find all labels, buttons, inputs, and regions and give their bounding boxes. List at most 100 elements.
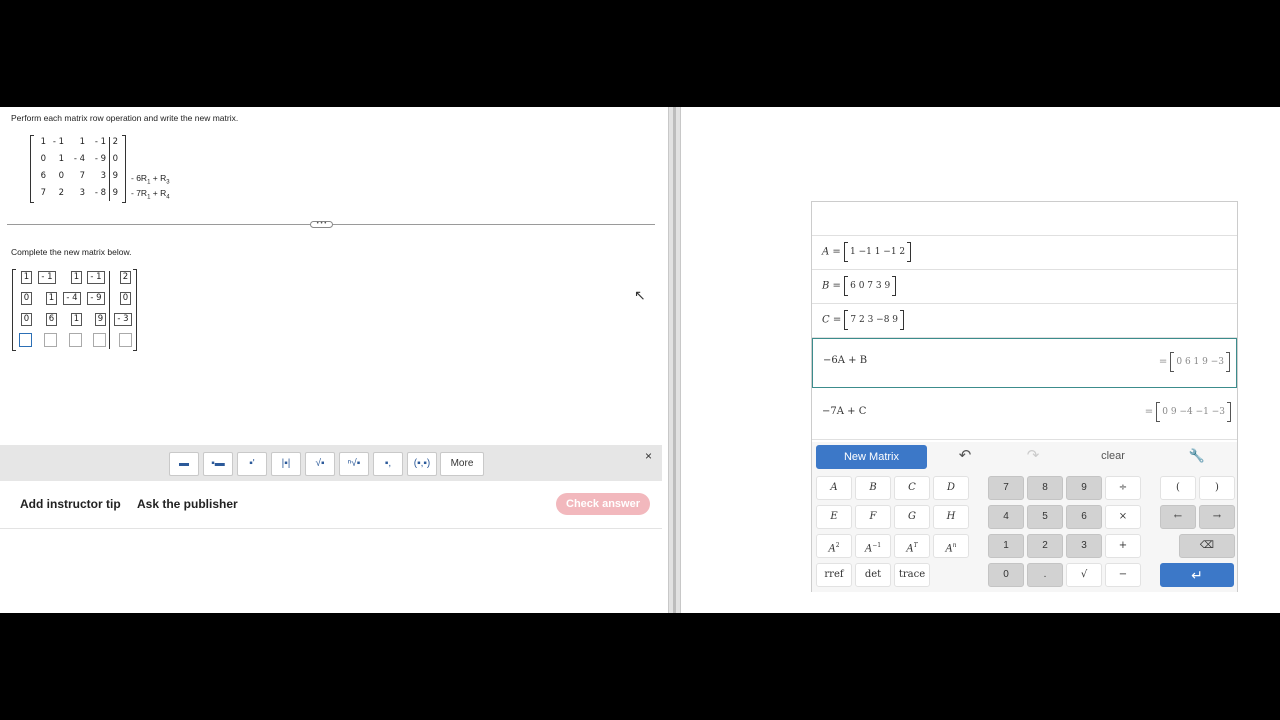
new-matrix-button[interactable]: New Matrix bbox=[816, 445, 927, 469]
answer-cell[interactable]: 0 bbox=[120, 292, 131, 305]
answer-cell[interactable]: 1 bbox=[71, 271, 82, 284]
key-plus[interactable]: + bbox=[1105, 534, 1141, 558]
exponent-button[interactable]: ▪' bbox=[237, 452, 267, 476]
key-a-power-n[interactable]: An bbox=[933, 534, 969, 558]
undo-icon[interactable]: ↶ bbox=[952, 445, 978, 469]
row-operation-4: - 7R1 + R4 bbox=[131, 188, 170, 201]
key-multiply[interactable]: × bbox=[1105, 505, 1141, 529]
answer-input-r4c1[interactable] bbox=[19, 333, 32, 347]
left-arrow-icon[interactable]: ← bbox=[1160, 505, 1196, 529]
answer-cell[interactable]: 1 bbox=[71, 313, 82, 326]
answer-cell[interactable]: - 3 bbox=[114, 313, 132, 326]
answer-cell[interactable]: 0 bbox=[21, 313, 32, 326]
nth-root-button[interactable]: ⁿ√▪ bbox=[339, 452, 369, 476]
fraction-button[interactable]: ▬ bbox=[169, 452, 199, 476]
key-g[interactable]: G bbox=[894, 505, 930, 529]
row-operation-3: - 6R1 + R3 bbox=[131, 173, 170, 186]
given-matrix: 1 - 1 1 - 1 2 0 1 - 4 - 9 0 6 0 7 3 9 7 … bbox=[30, 135, 130, 205]
key-sqrt[interactable]: √ bbox=[1066, 563, 1102, 587]
key-decimal[interactable]: . bbox=[1027, 563, 1063, 587]
right-arrow-icon[interactable]: → bbox=[1199, 505, 1235, 529]
key-4[interactable]: 4 bbox=[988, 505, 1024, 529]
mouse-cursor-icon: ↖ bbox=[634, 287, 646, 303]
expression-result: 0 9 −4 −1 −3 bbox=[1162, 407, 1225, 417]
calc-row-a[interactable]: A = 1 −1 1 −1 2 bbox=[812, 236, 1237, 270]
key-0[interactable]: 0 bbox=[988, 563, 1024, 587]
close-icon[interactable]: × bbox=[645, 449, 652, 463]
clear-button[interactable]: clear bbox=[1095, 445, 1131, 469]
answer-cell[interactable]: - 1 bbox=[87, 271, 105, 284]
math-toolbar: ▬ ▪▬ ▪' |▪| √▪ ⁿ√▪ ▪, (▪,▪) More × bbox=[0, 445, 662, 481]
mixed-number-button[interactable]: ▪▬ bbox=[203, 452, 233, 476]
answer-cell[interactable]: - 9 bbox=[87, 292, 105, 305]
calc-row-c[interactable]: C = 7 2 3 −8 9 bbox=[812, 304, 1237, 338]
answer-cell[interactable]: 1 bbox=[46, 292, 57, 305]
key-left-paren[interactable]: ( bbox=[1160, 476, 1196, 500]
instruction-text: Perform each matrix row operation and wr… bbox=[11, 113, 239, 123]
key-3[interactable]: 3 bbox=[1066, 534, 1102, 558]
matrix-cell: 0 bbox=[58, 171, 64, 181]
square-root-button[interactable]: √▪ bbox=[305, 452, 335, 476]
key-e[interactable]: E bbox=[816, 505, 852, 529]
add-instructor-tip-link[interactable]: Add instructor tip bbox=[20, 497, 121, 511]
key-right-paren[interactable]: ) bbox=[1199, 476, 1235, 500]
answer-cell[interactable]: - 1 bbox=[38, 271, 56, 284]
answer-cell[interactable]: 1 bbox=[21, 271, 32, 284]
matrix-cell: 1 bbox=[79, 137, 85, 147]
key-9[interactable]: 9 bbox=[1066, 476, 1102, 500]
calc-row-b[interactable]: B = 6 0 7 3 9 bbox=[812, 270, 1237, 304]
matrix-cell: 3 bbox=[79, 188, 85, 198]
absolute-value-button[interactable]: |▪| bbox=[271, 452, 301, 476]
key-b[interactable]: B bbox=[855, 476, 891, 500]
answer-cell[interactable]: - 4 bbox=[63, 292, 81, 305]
key-det[interactable]: det bbox=[855, 563, 891, 587]
key-8[interactable]: 8 bbox=[1027, 476, 1063, 500]
key-5[interactable]: 5 bbox=[1027, 505, 1063, 529]
key-minus[interactable]: − bbox=[1105, 563, 1141, 587]
key-h[interactable]: H bbox=[933, 505, 969, 529]
redo-icon[interactable]: ↷ bbox=[1020, 445, 1046, 469]
matrix-calculator: A = 1 −1 1 −1 2 B = 6 0 7 3 9 C = 7 2 3 … bbox=[811, 201, 1238, 592]
matrix-values: 6 0 7 3 9 bbox=[850, 281, 891, 291]
key-a-squared[interactable]: A2 bbox=[816, 534, 852, 558]
key-a-transpose[interactable]: AT bbox=[894, 534, 930, 558]
key-a-inverse[interactable]: A−1 bbox=[855, 534, 891, 558]
stage: Perform each matrix row operation and wr… bbox=[0, 107, 1280, 613]
key-f[interactable]: F bbox=[855, 505, 891, 529]
answer-input-r4c4[interactable] bbox=[93, 333, 106, 347]
wrench-icon[interactable]: 🔧 bbox=[1184, 445, 1210, 469]
question-pane: Perform each matrix row operation and wr… bbox=[0, 107, 668, 613]
key-6[interactable]: 6 bbox=[1066, 505, 1102, 529]
divider-handle[interactable]: • • • bbox=[310, 221, 333, 228]
key-rref[interactable]: rref bbox=[816, 563, 852, 587]
matrix-cell: 7 bbox=[40, 188, 46, 198]
answer-input-r4c3[interactable] bbox=[69, 333, 82, 347]
answer-cell[interactable]: 6 bbox=[46, 313, 57, 326]
answer-cell[interactable]: 9 bbox=[95, 313, 106, 326]
key-trace[interactable]: trace bbox=[894, 563, 930, 587]
ordered-pair-button[interactable]: (▪,▪) bbox=[407, 452, 437, 476]
calc-expression-row-1[interactable]: −6A + B = 0 6 1 9 −3 bbox=[812, 338, 1237, 388]
answer-input-r4c2[interactable] bbox=[44, 333, 57, 347]
answer-cell[interactable]: 2 bbox=[120, 271, 131, 284]
key-7[interactable]: 7 bbox=[988, 476, 1024, 500]
key-2[interactable]: 2 bbox=[1027, 534, 1063, 558]
key-c[interactable]: C bbox=[894, 476, 930, 500]
key-1[interactable]: 1 bbox=[988, 534, 1024, 558]
enter-icon[interactable]: ↵ bbox=[1160, 563, 1234, 587]
check-answer-button[interactable]: Check answer bbox=[556, 493, 650, 515]
ask-publisher-link[interactable]: Ask the publisher bbox=[137, 497, 238, 511]
answer-input-r4c5[interactable] bbox=[119, 333, 132, 347]
expression-result: 0 6 1 9 −3 bbox=[1176, 357, 1224, 367]
calc-input-row-empty[interactable] bbox=[812, 202, 1237, 236]
calc-expression-row-2[interactable]: −7A + C = 0 9 −4 −1 −3 bbox=[812, 388, 1237, 440]
more-button[interactable]: More bbox=[440, 452, 484, 476]
answer-cell[interactable]: 0 bbox=[21, 292, 32, 305]
subscript-button[interactable]: ▪, bbox=[373, 452, 403, 476]
key-a[interactable]: A bbox=[816, 476, 852, 500]
pane-splitter[interactable] bbox=[668, 107, 681, 613]
key-divide[interactable]: ÷ bbox=[1105, 476, 1141, 500]
key-d[interactable]: D bbox=[933, 476, 969, 500]
matrix-cell: 0 bbox=[40, 154, 46, 164]
backspace-icon[interactable]: ⌫ bbox=[1179, 534, 1235, 558]
